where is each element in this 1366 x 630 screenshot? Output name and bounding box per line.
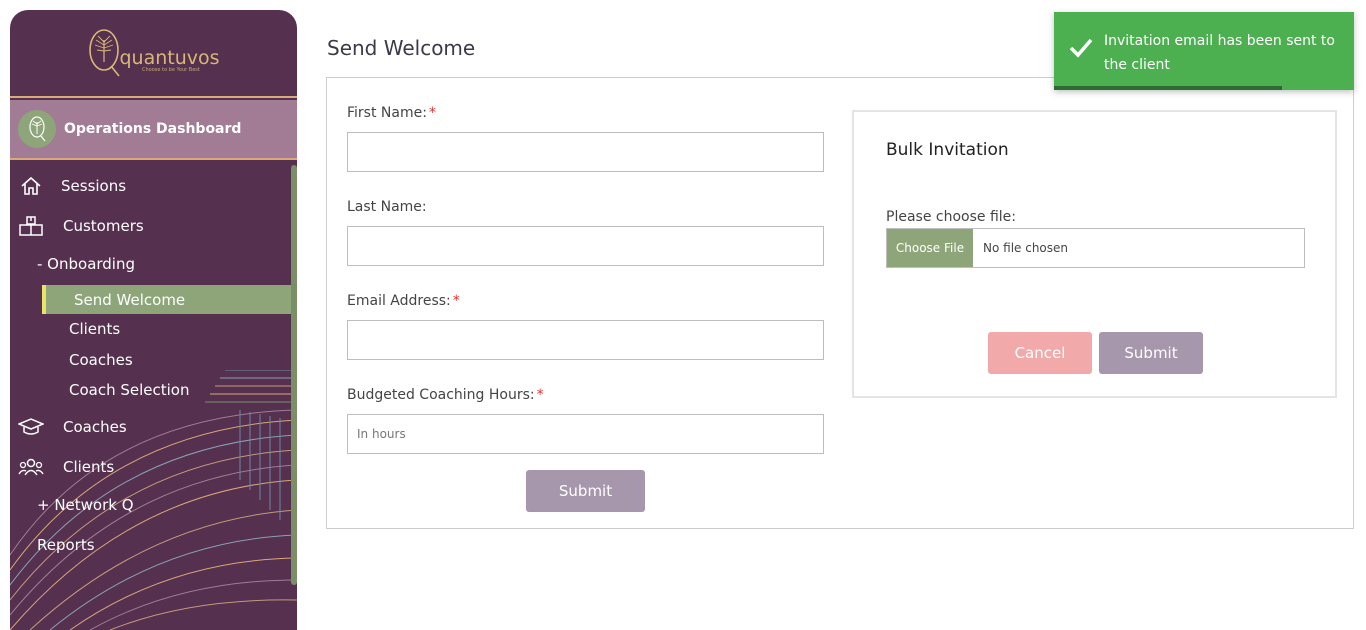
sidebar-item-label: Customers bbox=[63, 217, 144, 235]
toast-message: Invitation email has been sent to the cl… bbox=[1104, 33, 1335, 73]
sidebar-item-label: Clients bbox=[69, 320, 121, 338]
sidebar-item-send-welcome[interactable]: Send Welcome bbox=[42, 285, 291, 314]
bulk-invitation-title: Bulk Invitation bbox=[886, 140, 1009, 160]
sidebar-item-sessions[interactable]: Sessions bbox=[18, 175, 126, 197]
sidebar: quantuvos Choose to be Your Best Operati… bbox=[10, 10, 297, 630]
sidebar-scrollbar[interactable] bbox=[291, 165, 297, 585]
send-welcome-form: First Name: * Last Name: Email Address: * … bbox=[326, 77, 1354, 529]
required-mark: * bbox=[452, 293, 460, 309]
required-mark: * bbox=[536, 387, 544, 403]
toast-progress-bar bbox=[1054, 86, 1282, 90]
coaching-hours-label: Budgeted Coaching Hours: * bbox=[347, 387, 544, 403]
required-mark: * bbox=[428, 105, 436, 121]
submit-button[interactable]: Submit bbox=[526, 470, 645, 512]
email-label: Email Address: * bbox=[347, 293, 460, 309]
sidebar-item-reports[interactable]: Reports bbox=[37, 536, 95, 554]
logo-area: quantuvos Choose to be Your Best bbox=[10, 10, 297, 98]
sidebar-item-label: Coach Selection bbox=[69, 381, 190, 399]
last-name-input[interactable] bbox=[347, 226, 824, 266]
first-name-input[interactable] bbox=[347, 132, 824, 172]
sidebar-item-onboarding[interactable]: - Onboarding bbox=[37, 255, 135, 273]
first-name-label: First Name: * bbox=[347, 105, 436, 121]
sidebar-item-label: + Network Q bbox=[37, 496, 134, 514]
sidebar-item-coach-selection[interactable]: Coach Selection bbox=[69, 381, 190, 399]
coaching-hours-input[interactable]: In hours bbox=[347, 414, 824, 454]
tree-logo-icon bbox=[29, 116, 46, 142]
sidebar-item-coaches[interactable]: Coaches bbox=[18, 416, 127, 438]
success-toast[interactable]: Invitation email has been sent to the cl… bbox=[1054, 12, 1354, 90]
last-name-label: Last Name: bbox=[347, 199, 427, 215]
dashboard-title: Operations Dashboard bbox=[64, 121, 242, 137]
users-icon bbox=[18, 456, 44, 478]
sidebar-item-label: Coaches bbox=[69, 351, 133, 369]
sidebar-item-label: Reports bbox=[37, 536, 95, 554]
email-input[interactable] bbox=[347, 320, 824, 360]
file-status-text: No file chosen bbox=[983, 241, 1069, 255]
coaching-hours-label-text: Budgeted Coaching Hours: bbox=[347, 387, 535, 403]
logo-text: quantuvos bbox=[119, 47, 220, 69]
page-title: Send Welcome bbox=[327, 36, 476, 60]
bulk-submit-button[interactable]: Submit bbox=[1099, 332, 1203, 374]
file-label: Please choose file: bbox=[886, 209, 1016, 225]
email-label-text: Email Address: bbox=[347, 293, 451, 309]
sidebar-item-label: Clients bbox=[63, 458, 115, 476]
dashboard-header[interactable]: Operations Dashboard bbox=[10, 100, 297, 160]
first-name-label-text: First Name: bbox=[347, 105, 427, 121]
choose-file-button[interactable]: Choose File bbox=[887, 229, 973, 267]
sidebar-item-label: Sessions bbox=[61, 177, 127, 195]
sidebar-item-label: - Onboarding bbox=[37, 255, 136, 273]
boxes-icon bbox=[18, 215, 44, 237]
file-input[interactable]: Choose File No file chosen bbox=[886, 228, 1305, 268]
bulk-invitation-panel: Bulk Invitation Please choose file: Choo… bbox=[852, 110, 1337, 398]
dashboard-avatar bbox=[18, 110, 56, 148]
sidebar-item-customers[interactable]: Customers bbox=[18, 215, 144, 237]
sidebar-item-clients-sub[interactable]: Clients bbox=[69, 320, 120, 338]
sidebar-item-clients[interactable]: Clients bbox=[18, 456, 114, 478]
sidebar-item-label: Send Welcome bbox=[74, 290, 186, 309]
graduation-cap-icon bbox=[18, 416, 44, 438]
sidebar-item-network-q[interactable]: + Network Q bbox=[37, 496, 134, 514]
logo-tagline: Choose to be Your Best bbox=[142, 67, 200, 73]
sidebar-item-coaches-sub[interactable]: Coaches bbox=[69, 351, 133, 369]
home-icon bbox=[18, 175, 44, 197]
cancel-button[interactable]: Cancel bbox=[988, 332, 1092, 374]
logo-mark-icon bbox=[89, 29, 121, 77]
checkmark-icon bbox=[1069, 38, 1093, 58]
sidebar-item-label: Coaches bbox=[63, 418, 127, 436]
